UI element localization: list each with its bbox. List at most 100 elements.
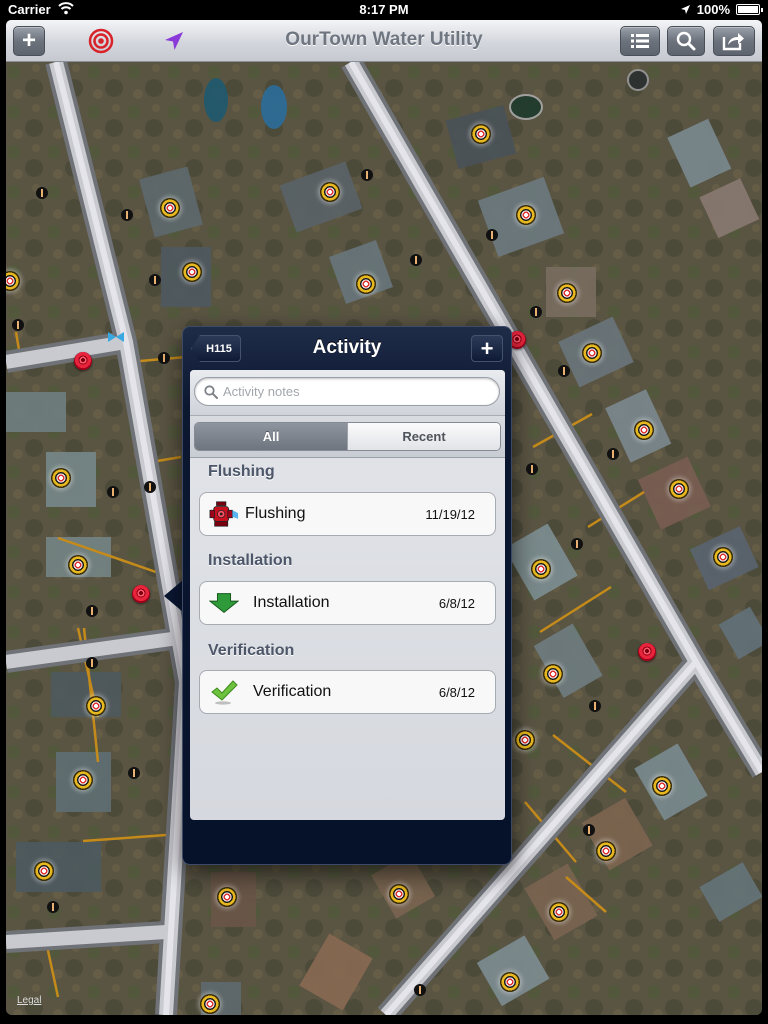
valve-marker[interactable] <box>607 448 619 460</box>
valve-marker[interactable] <box>121 209 133 221</box>
section-header-verification: Verification <box>208 642 295 659</box>
hydrant-marker[interactable] <box>74 352 92 370</box>
hydrant-flushing-icon <box>209 499 239 529</box>
popover-nav-bar: H115 Activity + <box>183 327 511 369</box>
water-meter-marker[interactable] <box>516 205 536 225</box>
activity-label: Installation <box>253 594 330 611</box>
activity-label: Flushing <box>245 505 306 522</box>
activity-row-flushing[interactable]: Flushing 11/19/12 <box>199 492 496 536</box>
water-meter-marker[interactable] <box>500 972 520 992</box>
popover-title: Activity <box>312 337 382 358</box>
activity-row-installation[interactable]: Installation 6/8/12 <box>199 581 496 625</box>
water-meter-marker[interactable] <box>356 274 376 294</box>
plus-icon: + <box>21 27 36 54</box>
water-meter-marker[interactable] <box>160 198 180 218</box>
legal-link[interactable]: Legal <box>17 995 41 1006</box>
share-icon <box>722 33 744 51</box>
back-button[interactable]: H115 <box>191 335 241 362</box>
add-activity-button[interactable]: + <box>471 335 503 362</box>
section-header-flushing: Flushing <box>208 463 275 480</box>
water-meter-marker[interactable] <box>557 283 577 303</box>
valve-marker[interactable] <box>86 605 98 617</box>
valve-marker[interactable] <box>86 657 98 669</box>
valve-marker[interactable] <box>414 984 426 996</box>
search-bar <box>190 370 505 416</box>
water-meter-marker[interactable] <box>669 479 689 499</box>
water-meter-marker[interactable] <box>389 884 409 904</box>
water-meter-marker[interactable] <box>713 547 733 567</box>
valve-marker[interactable] <box>107 486 119 498</box>
water-meter-marker[interactable] <box>68 555 88 575</box>
battery-fill <box>738 6 758 13</box>
water-meter-marker[interactable] <box>652 776 672 796</box>
valve-marker[interactable] <box>571 538 583 550</box>
activity-date: 11/19/12 <box>425 506 475 522</box>
valve-marker[interactable] <box>36 187 48 199</box>
water-meter-marker[interactable] <box>515 730 535 750</box>
segment-all[interactable]: All <box>195 423 347 450</box>
water-meter-marker[interactable] <box>471 124 491 144</box>
water-meter-marker[interactable] <box>73 770 93 790</box>
water-meter-marker[interactable] <box>34 861 54 881</box>
valve-marker[interactable] <box>589 700 601 712</box>
valve-marker[interactable] <box>583 824 595 836</box>
pipe-valve-marker[interactable] <box>108 329 124 342</box>
valve-marker[interactable] <box>526 463 538 475</box>
search-icon <box>204 384 218 399</box>
water-meter-marker[interactable] <box>200 994 220 1014</box>
valve-marker[interactable] <box>12 319 24 331</box>
add-button[interactable]: + <box>13 26 45 56</box>
water-meter-marker[interactable] <box>634 420 654 440</box>
green-down-arrow-icon <box>209 588 239 618</box>
activity-row-verification[interactable]: Verification 6/8/12 <box>199 670 496 714</box>
water-meter-marker[interactable] <box>549 902 569 922</box>
valve-marker[interactable] <box>144 481 156 493</box>
valve-marker[interactable] <box>486 229 498 241</box>
green-checkmark-icon <box>209 677 239 707</box>
activity-notes-input[interactable] <box>223 384 483 399</box>
search-button[interactable] <box>667 26 705 56</box>
toolbar: + OurTown Water Utility <box>6 20 762 62</box>
valve-marker[interactable] <box>149 274 161 286</box>
water-meter-marker[interactable] <box>596 841 616 861</box>
valve-marker[interactable] <box>158 352 170 364</box>
app-title: OurTown Water Utility <box>285 29 483 50</box>
valve-marker[interactable] <box>558 365 570 377</box>
popover-arrow <box>164 580 183 612</box>
activity-date: 6/8/12 <box>438 595 475 611</box>
plus-icon: + <box>480 335 494 361</box>
hydrant-marker[interactable] <box>638 643 656 661</box>
activity-date: 6/8/12 <box>438 684 475 700</box>
valve-marker[interactable] <box>47 901 59 913</box>
list-button[interactable] <box>620 26 660 56</box>
target-icon[interactable] <box>88 28 114 54</box>
location-arrow-icon[interactable] <box>161 28 187 54</box>
hydrant-marker[interactable] <box>132 585 150 603</box>
filter-segmented-control: All Recent <box>194 422 501 451</box>
water-meter-marker[interactable] <box>217 887 237 907</box>
water-meter-marker[interactable] <box>182 262 202 282</box>
valve-marker[interactable] <box>128 767 140 779</box>
activity-label: Verification <box>253 683 332 700</box>
activity-notes-field[interactable] <box>194 377 500 406</box>
popover-content: All Recent Flushing Flushing 11/19/12 <box>190 370 505 820</box>
filter-bar: All Recent <box>190 416 505 458</box>
valve-marker[interactable] <box>361 169 373 181</box>
water-meter-marker[interactable] <box>86 696 106 716</box>
status-bar: Carrier 8:17 PM 100% <box>0 0 768 20</box>
water-meter-marker[interactable] <box>320 182 340 202</box>
activity-popover: H115 Activity + All Recent Flushing <box>182 326 512 865</box>
list-icon <box>631 34 649 48</box>
water-meter-marker[interactable] <box>582 343 602 363</box>
water-meter-marker[interactable] <box>531 559 551 579</box>
battery-icon <box>736 4 763 15</box>
water-meter-marker[interactable] <box>51 468 71 488</box>
search-icon <box>676 31 696 51</box>
share-button[interactable] <box>713 26 755 56</box>
segment-recent[interactable]: Recent <box>347 423 500 450</box>
valve-marker[interactable] <box>410 254 422 266</box>
water-meter-marker[interactable] <box>543 664 563 684</box>
valve-marker[interactable] <box>530 306 542 318</box>
section-header-installation: Installation <box>208 552 293 569</box>
battery-percent: 100% <box>696 2 730 17</box>
